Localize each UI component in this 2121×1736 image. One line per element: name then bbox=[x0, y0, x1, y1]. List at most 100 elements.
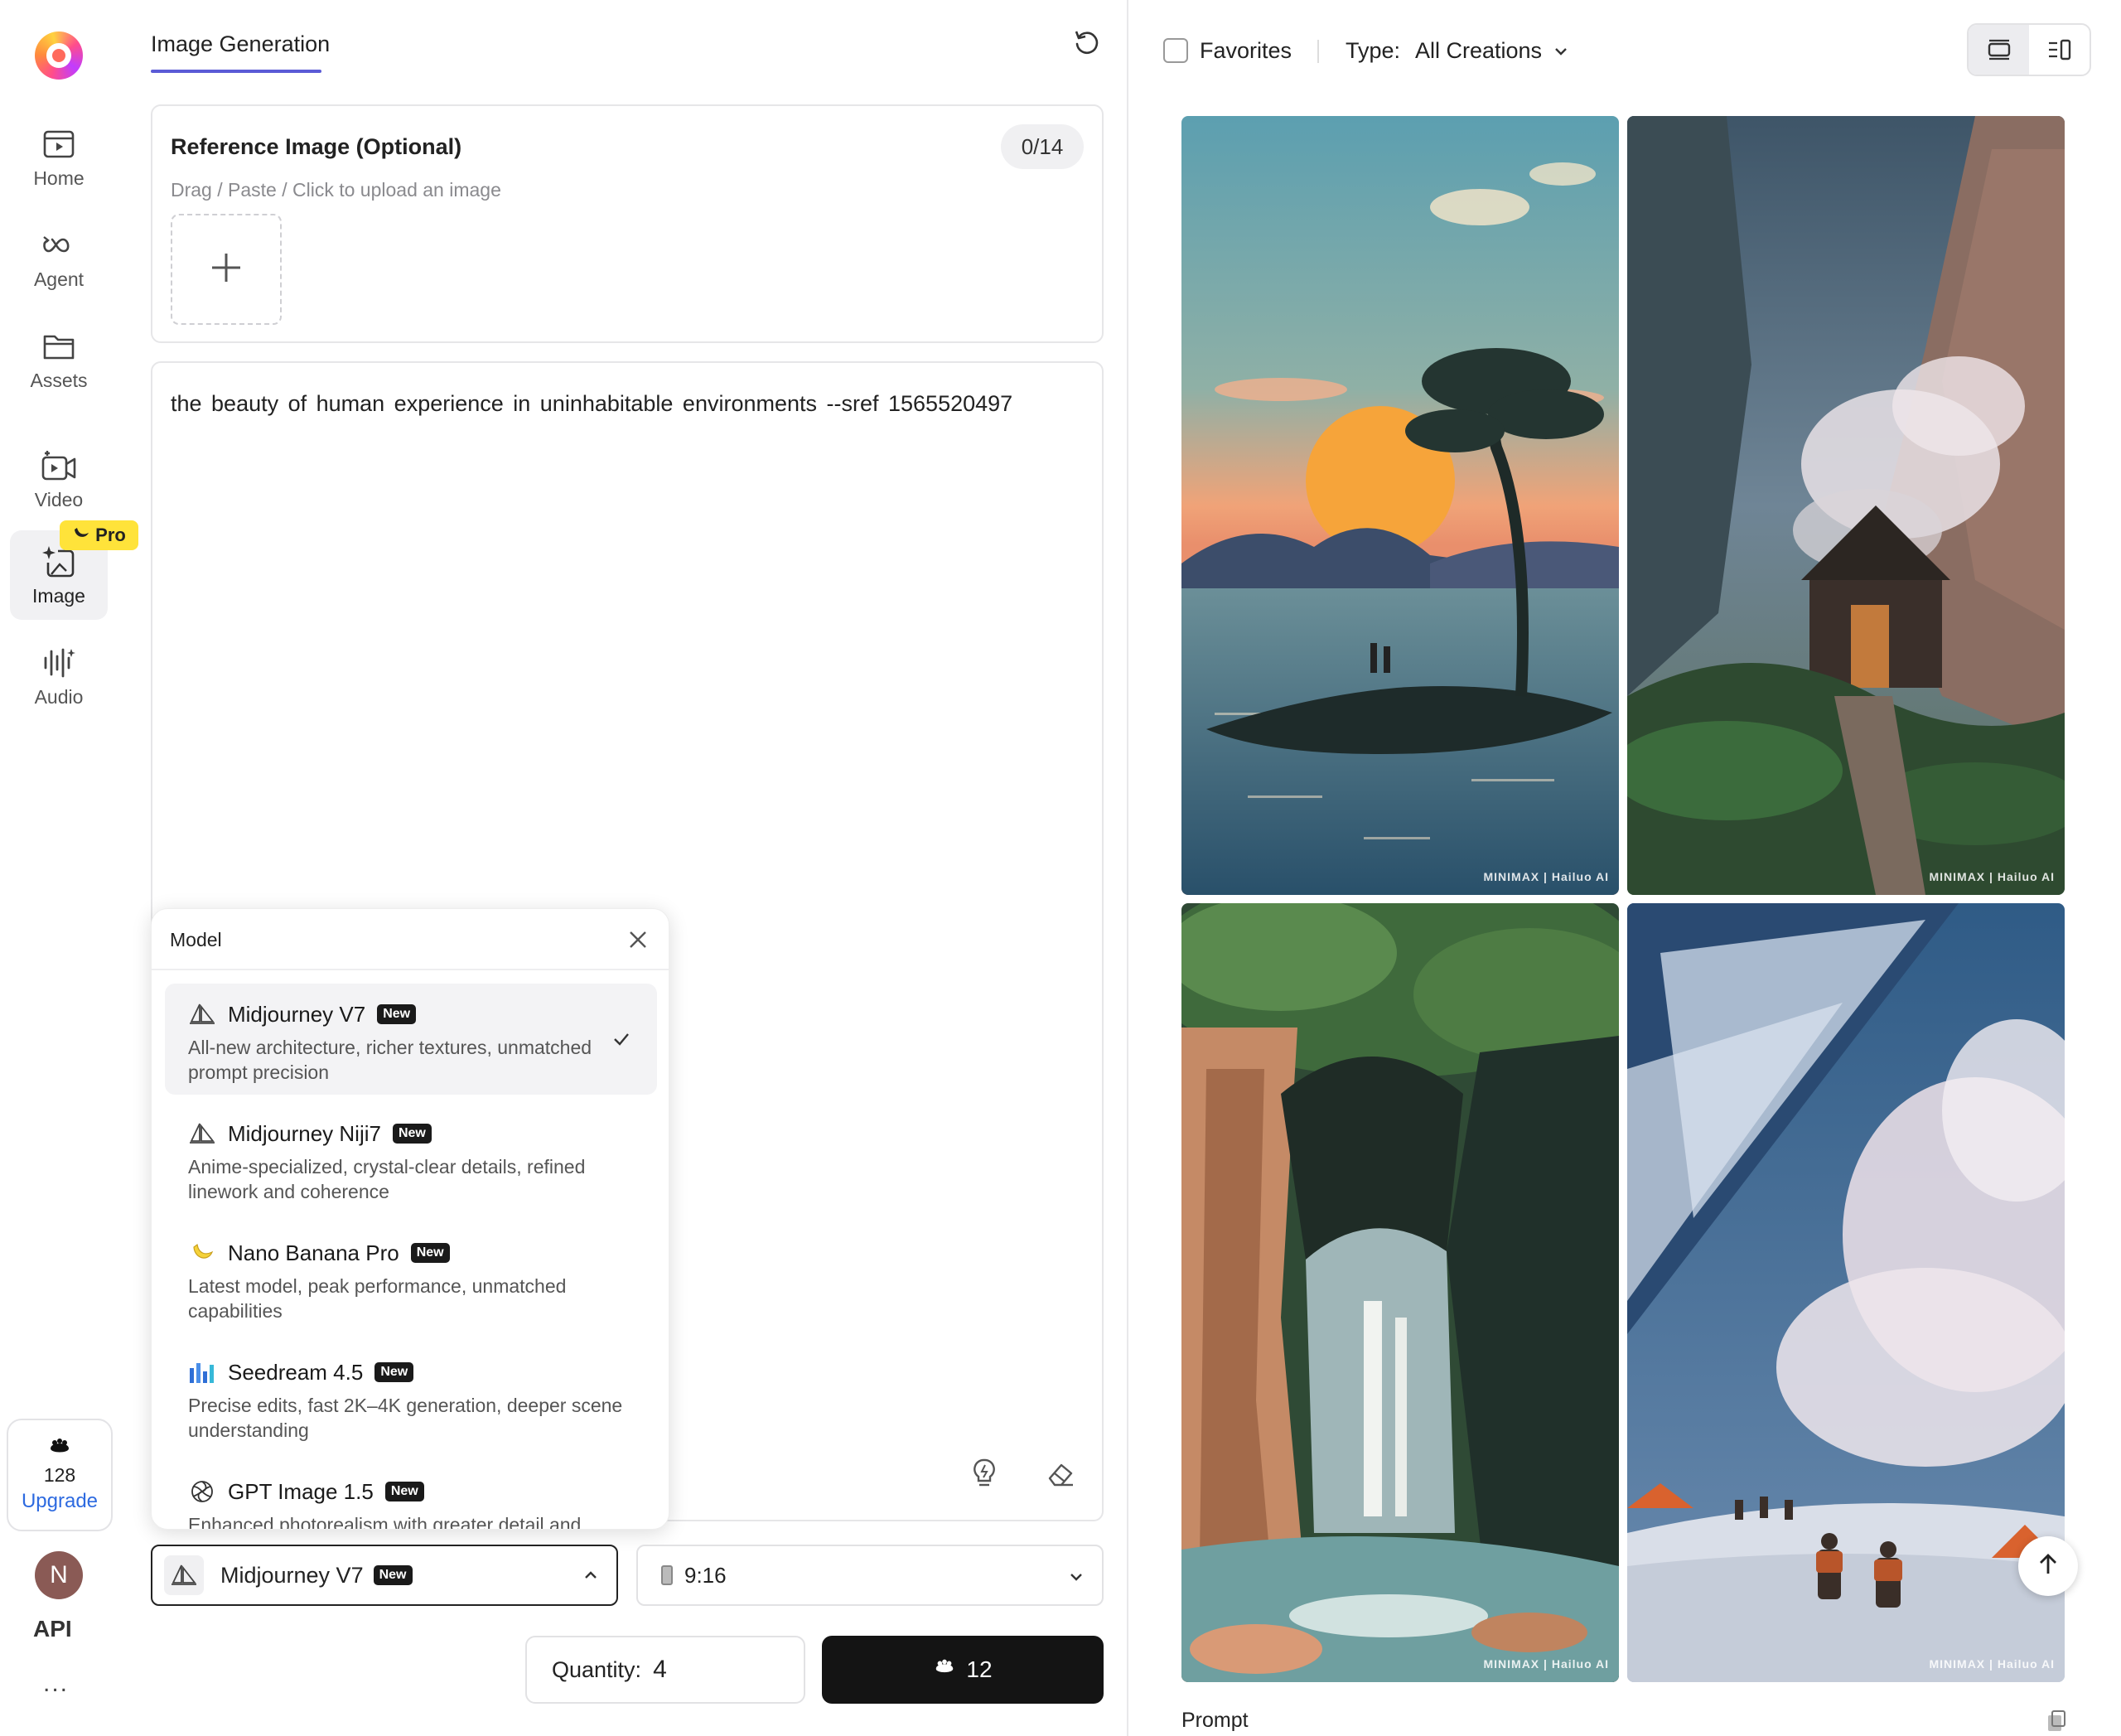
seedream-icon bbox=[188, 1358, 216, 1386]
banana-icon bbox=[72, 525, 90, 546]
sailboat-icon bbox=[188, 1000, 216, 1028]
more-icon[interactable]: ... bbox=[43, 1670, 69, 1698]
gallery-image-1[interactable]: MINIMAX | Hailuo AI bbox=[1181, 116, 1619, 895]
sailboat-icon bbox=[164, 1555, 204, 1595]
selected-model-name: Midjourney V7 bbox=[220, 1562, 364, 1588]
model-option-midjourney-niji7[interactable]: Midjourney Niji7 New Anime-specialized, … bbox=[165, 1103, 657, 1214]
credit-count: 128 bbox=[43, 1464, 76, 1486]
model-description: All-new architecture, richer textures, u… bbox=[188, 1037, 592, 1083]
credits-panel[interactable]: 128 Upgrade bbox=[7, 1419, 113, 1531]
model-description: Latest model, peak performance, unmatche… bbox=[188, 1275, 567, 1322]
sailboat-icon bbox=[188, 1119, 216, 1148]
gallery-image-3[interactable]: MINIMAX | Hailuo AI bbox=[1181, 903, 1619, 1682]
new-badge: New bbox=[373, 1565, 413, 1585]
aspect-ratio-value: 9:16 bbox=[684, 1562, 727, 1588]
copy-icon[interactable] bbox=[2045, 1709, 2068, 1736]
sidebar-item-video[interactable]: Video bbox=[10, 434, 108, 524]
new-badge: New bbox=[377, 1004, 417, 1024]
model-description: Anime-specialized, crystal-clear details… bbox=[188, 1156, 586, 1202]
favorites-label[interactable]: Favorites bbox=[1200, 38, 1292, 64]
sidebar: Home Agent Assets Video Image Pro Audio … bbox=[0, 0, 138, 1736]
chevron-down-icon[interactable] bbox=[1551, 41, 1571, 65]
reference-hint: Drag / Paste / Click to upload an image bbox=[171, 179, 501, 201]
model-option-nano-banana-pro[interactable]: Nano Banana Pro New Latest model, peak p… bbox=[165, 1222, 657, 1333]
api-link[interactable]: API bbox=[33, 1616, 72, 1642]
reference-title: Reference Image (Optional) bbox=[171, 134, 462, 159]
new-badge: New bbox=[392, 1124, 432, 1144]
eraser-icon[interactable] bbox=[1044, 1457, 1077, 1490]
arrow-up-icon bbox=[2036, 1552, 2061, 1581]
avatar[interactable]: N bbox=[35, 1551, 83, 1599]
chevron-down-icon bbox=[1065, 1566, 1087, 1592]
plus-icon bbox=[209, 250, 244, 289]
generate-button[interactable]: 12 bbox=[822, 1636, 1104, 1704]
app-logo[interactable] bbox=[35, 31, 83, 80]
chevron-up-icon bbox=[580, 1564, 602, 1590]
tab-image-generation[interactable]: Image Generation bbox=[151, 31, 330, 57]
sidebar-item-label: Audio bbox=[34, 685, 84, 708]
scroll-to-top-button[interactable] bbox=[2018, 1536, 2078, 1596]
model-description: Enhanced photorealism with greater detai… bbox=[188, 1514, 582, 1530]
banana-icon bbox=[188, 1239, 216, 1267]
reference-count: 0/14 bbox=[1001, 124, 1084, 169]
view-toggle[interactable] bbox=[1967, 23, 2091, 76]
model-option-gpt-image-1-5[interactable]: GPT Image 1.5 New Enhanced photorealism … bbox=[165, 1461, 657, 1530]
check-icon bbox=[611, 1028, 632, 1050]
video-icon bbox=[41, 447, 77, 484]
pro-badge: Pro bbox=[60, 520, 138, 550]
split-view-icon[interactable] bbox=[2029, 25, 2090, 75]
model-popup-title: Model bbox=[170, 929, 222, 950]
sidebar-item-label: Assets bbox=[30, 369, 88, 391]
list-view-icon[interactable] bbox=[1969, 25, 2029, 75]
credit-icon bbox=[933, 1656, 956, 1683]
toolbar-divider bbox=[1317, 40, 1319, 63]
credit-icon bbox=[47, 1437, 72, 1461]
quantity-value: 4 bbox=[653, 1656, 667, 1683]
model-option-midjourney-v7[interactable]: Midjourney V7 New All-new architecture, … bbox=[165, 984, 657, 1095]
watermark: MINIMAX | Hailuo AI bbox=[1483, 1657, 1609, 1671]
watermark: MINIMAX | Hailuo AI bbox=[1929, 870, 2055, 883]
type-filter-value[interactable]: All Creations bbox=[1415, 38, 1542, 64]
reset-icon[interactable] bbox=[1069, 25, 1105, 61]
upgrade-link[interactable]: Upgrade bbox=[22, 1490, 98, 1513]
close-icon[interactable] bbox=[626, 927, 650, 952]
generate-cost: 12 bbox=[966, 1656, 993, 1682]
new-badge: New bbox=[410, 1243, 450, 1263]
gallery-image-2[interactable]: MINIMAX | Hailuo AI bbox=[1627, 116, 2065, 895]
quantity-stepper[interactable]: Quantity: 4 bbox=[525, 1636, 805, 1704]
sidebar-item-label: Home bbox=[33, 167, 85, 189]
audio-wave-icon bbox=[41, 645, 77, 681]
prompt-textarea[interactable]: the beauty of human experience in uninha… bbox=[171, 391, 1090, 417]
model-option-seedream-4-5[interactable]: Seedream 4.5 New Precise edits, fast 2K–… bbox=[165, 1342, 657, 1453]
prompt-section-label: Prompt bbox=[1181, 1709, 1249, 1732]
type-filter-label: Type: bbox=[1346, 38, 1401, 63]
sidebar-item-label: Agent bbox=[33, 268, 85, 290]
sidebar-item-home[interactable]: Home bbox=[10, 113, 108, 202]
model-select[interactable]: Midjourney V7 New bbox=[151, 1545, 618, 1606]
favorites-checkbox[interactable] bbox=[1163, 38, 1188, 63]
infinity-icon bbox=[41, 227, 77, 264]
sidebar-item-agent[interactable]: Agent bbox=[10, 214, 108, 303]
sidebar-item-label: Video bbox=[34, 488, 84, 510]
folder-icon bbox=[41, 328, 77, 365]
new-badge: New bbox=[374, 1362, 414, 1382]
sidebar-item-audio[interactable]: Audio bbox=[10, 631, 108, 721]
upload-button[interactable] bbox=[171, 214, 282, 325]
sidebar-item-assets[interactable]: Assets bbox=[10, 315, 108, 404]
panel-divider bbox=[1127, 0, 1128, 1736]
gallery-image-4[interactable]: MINIMAX | Hailuo AI bbox=[1627, 903, 2065, 1682]
quantity-label: Quantity: bbox=[552, 1656, 642, 1682]
model-dropdown: Model Midjourney V7 New All-new architec… bbox=[151, 908, 669, 1530]
openai-icon bbox=[188, 1477, 216, 1506]
sidebar-item-label: Image bbox=[32, 584, 85, 607]
lightbulb-icon[interactable] bbox=[968, 1457, 1001, 1490]
watermark: MINIMAX | Hailuo AI bbox=[1929, 1657, 2055, 1671]
new-badge: New bbox=[384, 1482, 424, 1501]
tab-underline bbox=[151, 70, 321, 73]
home-icon bbox=[41, 126, 77, 162]
model-description: Precise edits, fast 2K–4K generation, de… bbox=[188, 1395, 623, 1441]
aspect-ratio-select[interactable]: 9:16 bbox=[636, 1545, 1104, 1606]
watermark: MINIMAX | Hailuo AI bbox=[1483, 870, 1609, 883]
portrait-ratio-icon bbox=[661, 1565, 673, 1585]
reference-image-card: Reference Image (Optional) 0/14 Drag / P… bbox=[151, 104, 1104, 343]
